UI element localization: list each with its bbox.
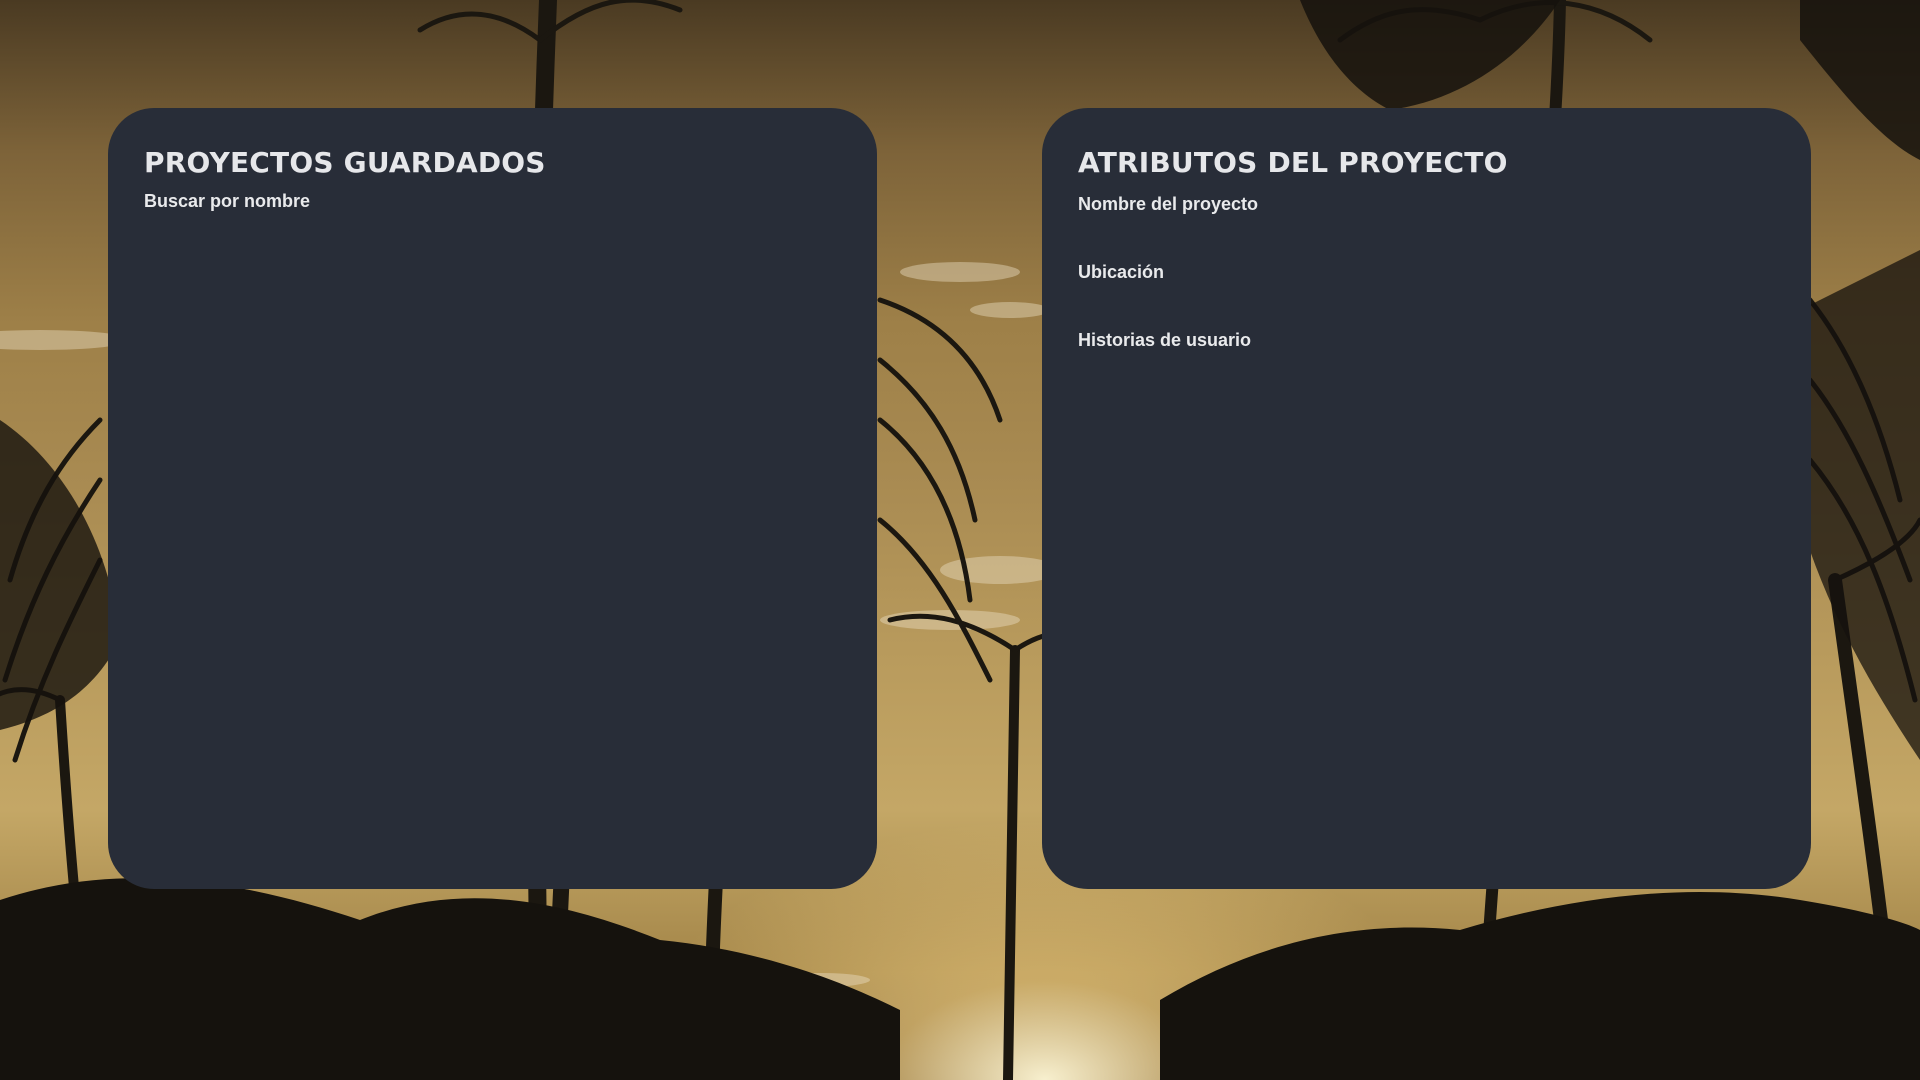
user-stories-label: Historias de usuario — [1078, 330, 1252, 350]
saved-projects-title: PROYECTOS GUARDADOS — [144, 146, 546, 179]
project-attributes-panel: ATRIBUTOS DEL PROYECTO Nombre del proyec… — [1042, 108, 1811, 889]
saved-projects-panel: PROYECTOS GUARDADOS Buscar por nombre — [108, 108, 877, 889]
project-attributes-title: ATRIBUTOS DEL PROYECTO — [1078, 146, 1508, 179]
search-by-name-label: Buscar por nombre — [144, 191, 311, 211]
location-label: Ubicación — [1078, 262, 1165, 282]
project-name-label: Nombre del proyecto — [1078, 194, 1259, 214]
